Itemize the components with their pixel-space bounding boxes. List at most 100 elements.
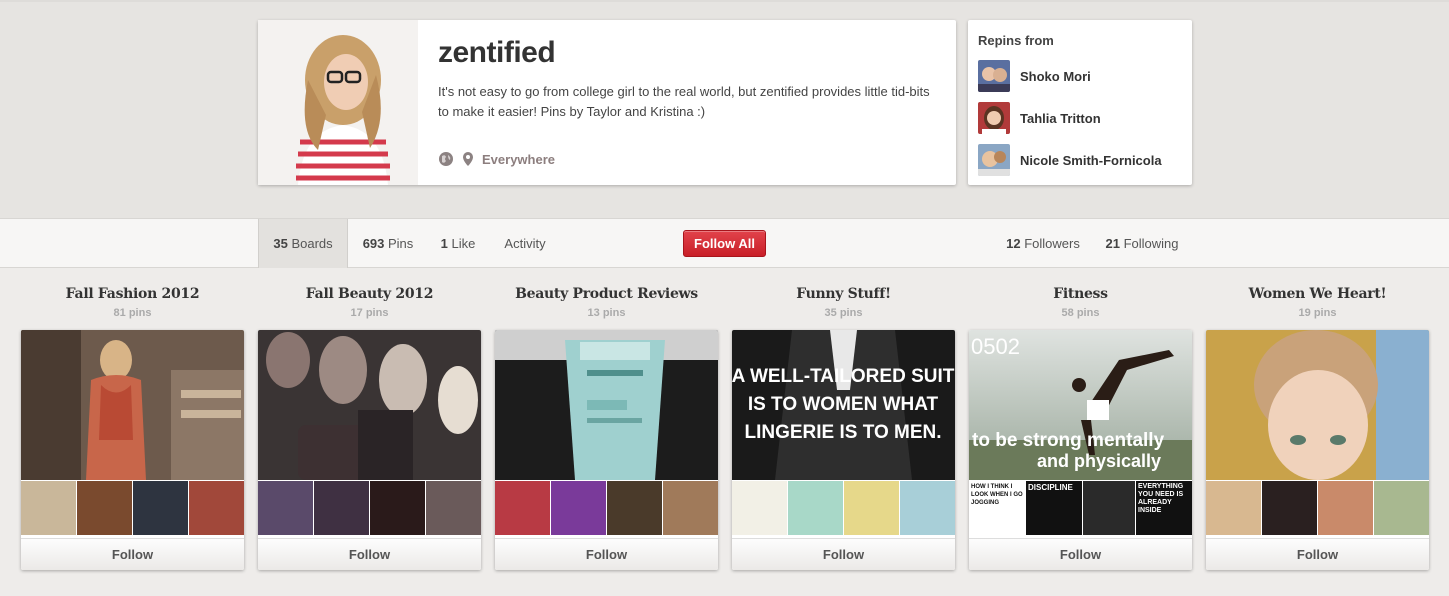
repins-card: Repins from Shoko Mori Tahlia Tritton Ni… bbox=[968, 20, 1192, 185]
board-card: Fall Fashion 2012 81 pins Follow bbox=[21, 284, 244, 570]
board-thumbnail bbox=[607, 481, 662, 535]
pins-label: Pins bbox=[384, 236, 414, 251]
board-card: Fitness 58 pins 0502 to be strong mental… bbox=[969, 284, 1192, 570]
avatar bbox=[978, 144, 1010, 176]
tab-boards[interactable]: 35 Boards bbox=[258, 219, 348, 268]
board-thumbnail bbox=[21, 481, 76, 535]
board-preview[interactable]: Follow bbox=[1206, 330, 1429, 570]
tab-likes[interactable]: 1 Like bbox=[428, 219, 488, 268]
board-preview[interactable]: Follow bbox=[258, 330, 481, 570]
following-link[interactable]: 21 Following bbox=[1100, 219, 1184, 268]
profile-photo bbox=[258, 20, 418, 185]
location-pin-icon bbox=[460, 151, 476, 167]
board-cover-image bbox=[495, 330, 718, 480]
board-thumbnails bbox=[258, 480, 481, 535]
board-follow-button[interactable]: Follow bbox=[21, 538, 244, 570]
board-thumbnail bbox=[426, 481, 481, 535]
board-cover-image: A WELL-TAILORED SUIT IS TO WOMEN WHAT LI… bbox=[732, 330, 955, 480]
board-pin-count: 13 pins bbox=[587, 307, 626, 319]
repin-user-name[interactable]: Shoko Mori bbox=[1020, 69, 1091, 84]
board-cover-image: 0502 to be strong mentally and physicall… bbox=[969, 330, 1192, 480]
tab-pins[interactable]: 693 Pins bbox=[352, 219, 424, 268]
profile-avatar[interactable] bbox=[258, 20, 418, 185]
board-thumbnail bbox=[77, 481, 132, 535]
cover-caption: IS TO WOMEN WHAT bbox=[748, 394, 939, 415]
board-thumbnail bbox=[900, 481, 955, 535]
cover-caption: to be strong mentally bbox=[972, 430, 1165, 451]
board-thumbnail bbox=[495, 481, 550, 535]
repin-user[interactable]: Tahlia Tritton bbox=[978, 102, 1101, 134]
board-card: Funny Stuff! 35 pins A WELL-TAILORED SUI… bbox=[732, 284, 955, 570]
board-thumbnail bbox=[1206, 481, 1261, 535]
board-cover-image bbox=[1206, 330, 1429, 480]
board-follow-button[interactable]: Follow bbox=[495, 538, 718, 570]
board-pin-count: 19 pins bbox=[1298, 307, 1337, 319]
cover-caption: LINGERIE IS TO MEN. bbox=[744, 422, 941, 443]
board-pin-count: 17 pins bbox=[350, 307, 389, 319]
likes-label: Like bbox=[447, 236, 476, 251]
board-thumbnail: DISCIPLINE bbox=[1026, 481, 1082, 535]
board-title[interactable]: Beauty Product Reviews bbox=[495, 284, 718, 306]
board-title[interactable]: Women We Heart! bbox=[1206, 284, 1429, 306]
followers-count: 12 bbox=[1006, 236, 1021, 251]
board-cover-image bbox=[258, 330, 481, 480]
board-thumbnails bbox=[1206, 480, 1429, 535]
board-thumbnail bbox=[314, 481, 369, 535]
board-pin-count: 58 pins bbox=[1061, 307, 1100, 319]
tab-activity[interactable]: Activity bbox=[494, 219, 556, 268]
board-title[interactable]: Fall Beauty 2012 bbox=[258, 284, 481, 306]
board-thumbnail bbox=[788, 481, 843, 535]
board-preview[interactable]: Follow bbox=[21, 330, 244, 570]
board-thumbnails bbox=[495, 480, 718, 535]
board-thumbnail bbox=[1262, 481, 1317, 535]
board-thumbnails: HOW I THINK I LOOK WHEN I GO JOGGING DIS… bbox=[969, 480, 1192, 535]
board-cover-image bbox=[21, 330, 244, 480]
board-pin-count: 81 pins bbox=[113, 307, 152, 319]
board-thumbnails bbox=[732, 480, 955, 535]
cover-caption: A WELL-TAILORED SUIT bbox=[732, 366, 955, 387]
follow-all-button[interactable]: Follow All bbox=[683, 230, 766, 257]
board-pin-count: 35 pins bbox=[824, 307, 863, 319]
board-follow-button[interactable]: Follow bbox=[969, 538, 1192, 570]
followers-link[interactable]: 12 Followers bbox=[1000, 219, 1086, 268]
board-thumbnail bbox=[732, 481, 787, 535]
board-thumbnail bbox=[370, 481, 425, 535]
board-thumbnail bbox=[258, 481, 313, 535]
board-thumbnail bbox=[133, 481, 188, 535]
board-preview[interactable]: Follow bbox=[495, 330, 718, 570]
board-thumbnail bbox=[1083, 481, 1135, 535]
board-follow-button[interactable]: Follow bbox=[258, 538, 481, 570]
following-label: Following bbox=[1119, 236, 1179, 251]
followers-label: Followers bbox=[1020, 236, 1080, 251]
globe-icon[interactable] bbox=[438, 151, 454, 167]
board-preview[interactable]: 0502 to be strong mentally and physicall… bbox=[969, 330, 1192, 570]
board-title[interactable]: Funny Stuff! bbox=[732, 284, 955, 306]
repins-title: Repins from bbox=[978, 33, 1054, 48]
profile-name: zentified bbox=[438, 36, 556, 69]
board-preview[interactable]: A WELL-TAILORED SUIT IS TO WOMEN WHAT LI… bbox=[732, 330, 955, 570]
profile-card: zentified It's not easy to go from colle… bbox=[258, 20, 956, 185]
profile-nav-bar: 35 Boards 693 Pins 1 Like Activity Follo… bbox=[0, 218, 1449, 268]
cover-caption: and physically bbox=[1037, 451, 1161, 471]
board-thumbnail: HOW I THINK I LOOK WHEN I GO JOGGING bbox=[969, 481, 1025, 535]
board-title[interactable]: Fitness bbox=[969, 284, 1192, 306]
profile-location: Everywhere bbox=[438, 151, 555, 167]
board-thumbnail bbox=[189, 481, 244, 535]
location-text[interactable]: Everywhere bbox=[482, 152, 555, 167]
repin-user[interactable]: Shoko Mori bbox=[978, 60, 1091, 92]
board-thumbnail: EVERYTHING YOU NEED IS ALREADY INSIDE bbox=[1136, 481, 1192, 535]
repin-user-name[interactable]: Nicole Smith-Fornicola bbox=[1020, 153, 1162, 168]
board-thumbnails bbox=[21, 480, 244, 535]
board-card: Women We Heart! 19 pins Follow bbox=[1206, 284, 1429, 570]
repin-user[interactable]: Nicole Smith-Fornicola bbox=[978, 144, 1162, 176]
avatar bbox=[978, 60, 1010, 92]
board-thumbnail bbox=[551, 481, 606, 535]
board-card: Beauty Product Reviews 13 pins Follow bbox=[495, 284, 718, 570]
board-thumbnail bbox=[663, 481, 718, 535]
board-title[interactable]: Fall Fashion 2012 bbox=[21, 284, 244, 306]
board-follow-button[interactable]: Follow bbox=[732, 538, 955, 570]
board-follow-button[interactable]: Follow bbox=[1206, 538, 1429, 570]
repin-user-name[interactable]: Tahlia Tritton bbox=[1020, 111, 1101, 126]
boards-count: 35 bbox=[273, 236, 288, 251]
board-card: Fall Beauty 2012 17 pins Follow bbox=[258, 284, 481, 570]
